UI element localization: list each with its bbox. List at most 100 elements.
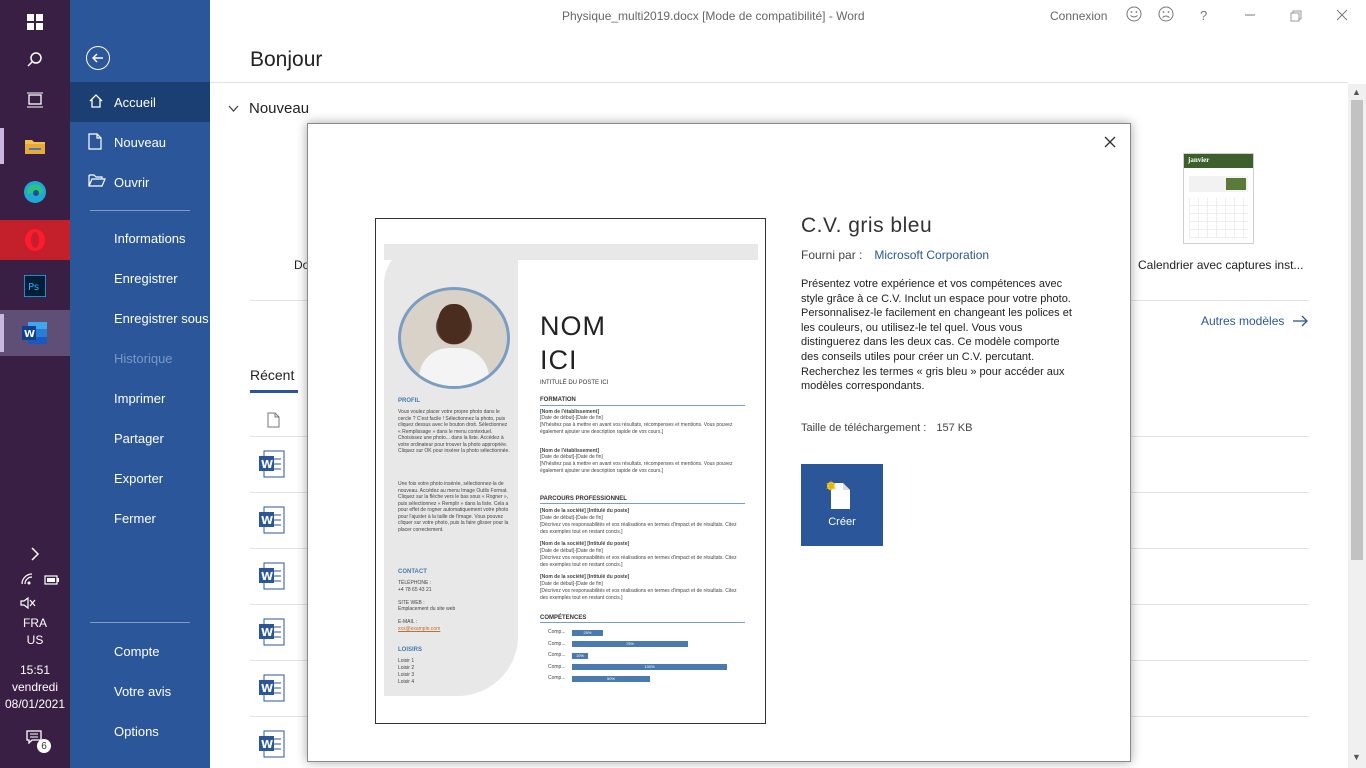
cv-parcours-heading: PARCOURS PROFESSIONNEL [540,496,627,502]
windows-logo-icon [27,14,43,30]
word-file-icon[interactable]: W [259,618,285,646]
nav-fermer[interactable]: Fermer [70,498,210,538]
restore-icon[interactable] [1290,9,1302,25]
taskbar-opera[interactable] [0,220,70,260]
download-size-value: 157 KB [936,422,973,434]
nav-informations[interactable]: Informations [70,218,210,258]
cv-site: Emplacement du site web [398,606,456,612]
task-view-button[interactable] [0,78,70,122]
search-button[interactable] [0,38,70,82]
scroll-down-icon[interactable]: ▼ [1352,752,1361,762]
nav-ouvrir[interactable]: Ouvrir [70,162,210,202]
cv-parcours-desc: [Décrivez vos responsabilités et vos réa… [540,555,737,568]
svg-text:Ps: Ps [28,282,39,293]
tab-recent[interactable]: Récent [250,367,294,383]
vertical-scrollbar[interactable]: ▲ ▼ [1348,84,1366,768]
new-section-toggle[interactable]: Nouveau [228,100,309,117]
nav-label: Imprimer [114,390,166,406]
nav-accueil[interactable]: Accueil [70,82,210,122]
cv-formation-desc: [N'hésitez pas à mettre en avant vos rés… [540,422,733,435]
input-language[interactable]: FRA [0,616,70,630]
scroll-up-icon[interactable]: ▲ [1352,87,1361,97]
nav-label: Accueil [114,94,156,110]
more-templates-label: Autres modèles [1201,314,1285,328]
nav-nouveau[interactable]: Nouveau [70,122,210,162]
nav-enregistrer-sous[interactable]: Enregistrer sous [70,298,210,338]
word-file-icon[interactable]: W [259,450,285,478]
volume-muted-icon[interactable] [20,596,36,615]
cv-dates: [Date de début]-[Date de fin] [540,415,603,421]
cv-loisirs-heading: LOISIRS [398,647,423,653]
open-folder-icon [88,174,106,187]
nav-options[interactable]: Options [70,711,210,751]
edge-icon [24,181,46,203]
nav-separator [90,210,190,211]
nav-historique: Historique [70,338,210,378]
help-icon[interactable]: ? [1200,8,1207,23]
scrollbar-thumb[interactable] [1351,100,1363,560]
tab-recent-underline [250,390,298,393]
cv-societe: [Nom de la société] [Intitulé du poste] [540,508,630,514]
cv-competences-heading: COMPÉTENCES [540,615,587,621]
taskbar-file-explorer[interactable] [0,124,70,168]
cv-name: NOM ICI [540,309,606,377]
frown-icon[interactable] [1158,6,1174,25]
nav-label: Historique [114,350,173,366]
calendar-template-thumbnail[interactable]: janvier [1183,153,1254,244]
more-templates-link[interactable]: Autres modèles [1201,314,1309,328]
nav-imprimer[interactable]: Imprimer [70,378,210,418]
smile-icon[interactable] [1126,6,1142,25]
new-section-title: Nouveau [249,100,310,117]
cv-rule [540,622,745,623]
nav-exporter[interactable]: Exporter [70,458,210,498]
show-hidden-icons[interactable] [0,532,70,576]
cv-phone: +4 78 65 43 21 [398,587,432,593]
nav-separator [90,622,190,623]
cv-skill-label: Comp... [548,675,566,681]
back-button[interactable] [86,46,110,70]
network-icon[interactable] [20,572,36,591]
cv-skill-label: Comp... [548,629,566,635]
minimize-icon[interactable] [1244,6,1256,22]
close-dialog-button[interactable] [1100,132,1120,152]
opera-icon [25,229,45,251]
notification-count-badge: 6 [37,739,51,753]
nav-label: Enregistrer [114,270,178,286]
cv-dates: [Date de début]-[Date de fin] [540,548,603,554]
nav-partager[interactable]: Partager [70,418,210,458]
word-file-icon[interactable]: W [259,730,285,758]
cv-email-label: E-MAIL : [398,619,418,625]
file-type-icon [267,412,280,428]
cv-loisir-item: Loisir 2 [398,665,415,671]
cv-formation-desc: [N'hésitez pas à mettre en avant vos rés… [540,461,733,474]
cv-loisir-item: Loisir 1 [398,658,415,664]
nav-compte[interactable]: Compte [70,631,210,671]
input-region[interactable]: US [0,633,70,647]
chevron-right-icon [31,547,40,561]
task-view-icon [27,92,43,108]
windows-taskbar: Ps W FRA US 15:51 vendredi 08/01/2021 6 [0,0,70,768]
taskbar-word[interactable]: W [0,310,70,356]
nav-votre-avis[interactable]: Votre avis [70,671,210,711]
nav-label: Nouveau [114,134,167,150]
clock-time[interactable]: 15:51 [0,663,70,677]
cv-societe: [Nom de la société] [Intitulé du poste] [540,574,630,580]
nav-enregistrer[interactable]: Enregistrer [70,258,210,298]
cv-profil-text: Vous voulez placer votre propre photo da… [398,409,510,454]
svg-text:W: W [24,329,35,340]
create-button[interactable]: Créer [801,464,883,546]
header-divider [210,82,1348,83]
calendar-template-label[interactable]: Calendrier avec captures inst... [1138,258,1303,272]
battery-icon[interactable] [44,573,60,591]
taskbar-edge[interactable] [0,170,70,214]
taskbar-photoshop[interactable]: Ps [0,264,70,308]
word-file-icon[interactable]: W [259,562,285,590]
sign-in-link[interactable]: Connexion [1050,9,1107,23]
cv-name-line1: NOM [540,311,606,341]
nav-label: Options [114,723,159,739]
word-file-icon[interactable]: W [259,674,285,702]
cv-rule [540,405,745,406]
close-window-icon[interactable] [1336,8,1348,24]
word-file-icon[interactable]: W [259,506,285,534]
cv-dates: [Date de début]-[Date de fin] [540,581,603,587]
